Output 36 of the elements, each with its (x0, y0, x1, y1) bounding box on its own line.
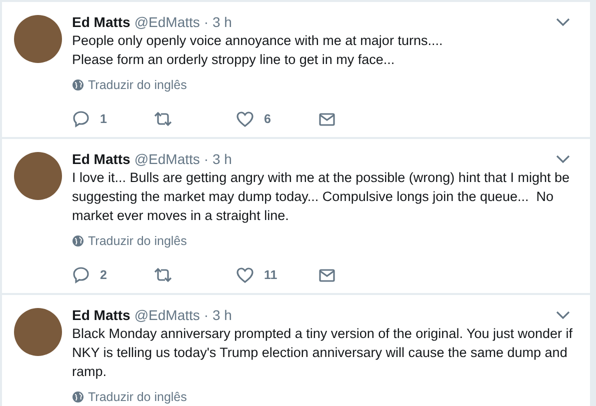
avatar (14, 308, 62, 356)
tweet-text: I love it... Bulls are getting angry with me at the possible (wrong) hint that I might be suggesting the market may dump today... Compulsive longs join the queue... No market ever moves in a straight line. (72, 169, 570, 225)
translate-link[interactable]: Traduzir do inglês (72, 390, 187, 404)
avatar (14, 152, 62, 200)
like-count: 11 (264, 268, 278, 282)
envelope-icon[interactable] (318, 110, 336, 128)
tweet-time[interactable]: · 3 h (204, 151, 232, 167)
caret-icon[interactable] (556, 154, 570, 164)
author-name[interactable]: Ed Matts (72, 307, 130, 323)
reply-count: 2 (100, 268, 107, 282)
author-name[interactable]: Ed Matts (72, 14, 130, 30)
caret-icon[interactable] (556, 17, 570, 27)
globe-icon (72, 79, 84, 91)
reply-icon[interactable] (72, 110, 90, 128)
avatar (14, 15, 62, 63)
author-name[interactable]: Ed Matts (72, 151, 130, 167)
translate-link[interactable]: Traduzir do inglês (72, 78, 187, 92)
author-handle[interactable]: @EdMatts (134, 307, 200, 323)
globe-icon (72, 235, 84, 247)
globe-icon (72, 391, 84, 403)
heart-icon[interactable] (236, 110, 254, 128)
retweet-icon[interactable] (154, 266, 172, 284)
retweet-icon[interactable] (154, 110, 172, 128)
tweet-text: Black Monday anniversary prompted a tiny version of the original. You just wonder if NKY is telling us today's Trump election anniversary will cause the same dump and ramp. (72, 325, 574, 381)
author-handle[interactable]: @EdMatts (134, 151, 200, 167)
like-count: 6 (264, 112, 271, 126)
reply-count: 1 (100, 112, 107, 126)
reply-icon[interactable] (72, 266, 90, 284)
tweet-time[interactable]: · 3 h (204, 14, 232, 30)
translate-link[interactable]: Traduzir do inglês (72, 234, 187, 248)
caret-icon[interactable] (556, 310, 570, 320)
envelope-icon[interactable] (318, 266, 336, 284)
author-handle[interactable]: @EdMatts (134, 14, 200, 30)
heart-icon[interactable] (236, 266, 254, 284)
tweet-time[interactable]: · 3 h (204, 307, 232, 323)
tweet-text: People only openly voice annoyance with me at major turns.... Please form an orderly stroppy line to get in my face... (72, 32, 444, 69)
